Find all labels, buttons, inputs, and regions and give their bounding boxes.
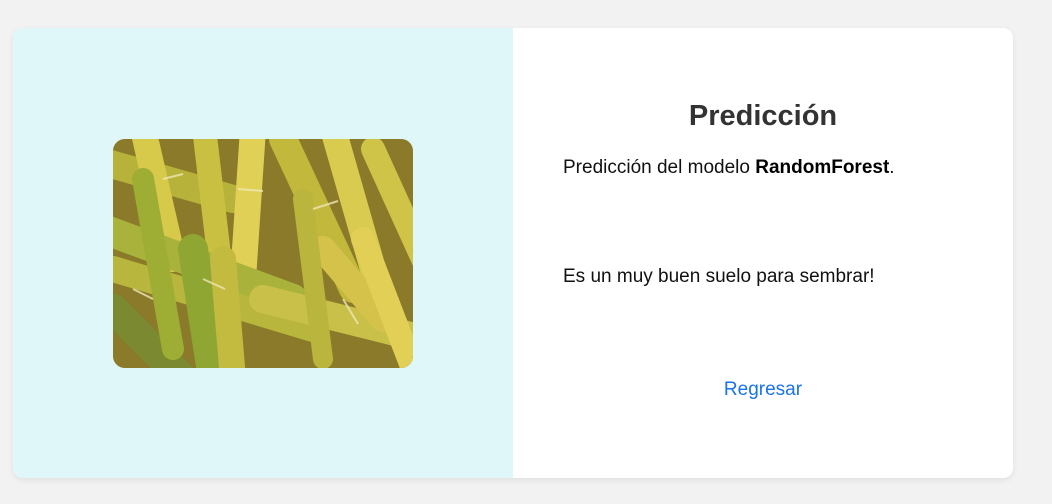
prediction-card: Predicción Predicción del modelo RandomF… [13, 28, 1013, 478]
prediction-result: Es un muy buen suelo para sembrar! [563, 266, 875, 287]
prediction-panel: Predicción Predicción del modelo RandomF… [513, 28, 1013, 478]
back-link[interactable]: Regresar [513, 379, 1013, 401]
model-description: Predicción del modelo RandomForest. [563, 157, 895, 179]
model-prefix-text: Predicción del modelo [563, 157, 756, 178]
image-panel [13, 28, 513, 478]
page-title: Predicción [688, 100, 838, 132]
sugarcane-image [113, 138, 413, 368]
model-name: RandomForest [755, 157, 890, 178]
model-suffix-text: . [889, 157, 895, 178]
